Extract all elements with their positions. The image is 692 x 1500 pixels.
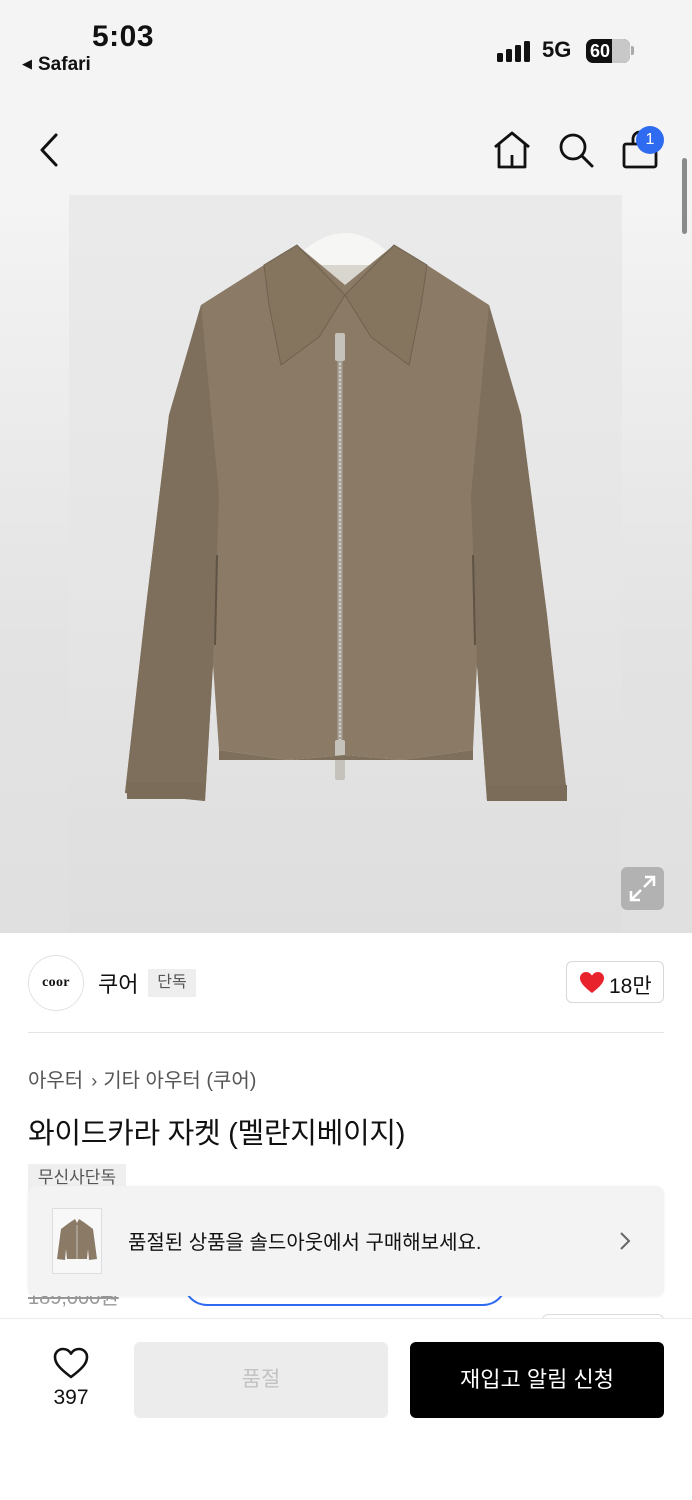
brand-name[interactable]: 쿠어 bbox=[98, 967, 138, 999]
toast-product-thumbnail bbox=[52, 1208, 102, 1274]
restock-alert-button[interactable]: 재입고 알림 신청 bbox=[410, 1342, 664, 1418]
brand-like-count: 18만 bbox=[609, 975, 652, 998]
search-icon[interactable] bbox=[556, 130, 596, 170]
brand-logo[interactable]: coor bbox=[28, 955, 84, 1011]
product-page: 5:03 ◀ Safari 5G 60 1 coor 쿠어 단독 18만 아우터… bbox=[0, 0, 692, 1500]
cart-count-badge: 1 bbox=[636, 126, 664, 154]
brand-exclusive-badge: 단독 bbox=[148, 969, 196, 997]
soldout-button: 품절 bbox=[134, 1342, 388, 1418]
jacket-thumbnail-icon bbox=[57, 1219, 97, 1260]
wishlist-count: 397 bbox=[53, 1386, 89, 1409]
brand-like-button[interactable]: 18만 bbox=[566, 961, 664, 1003]
soldout-toast[interactable]: 품절된 상품을 솔드아웃에서 구매해보세요. bbox=[28, 1186, 664, 1296]
product-image-area[interactable] bbox=[0, 195, 692, 933]
network-type: 5G bbox=[542, 37, 572, 62]
product-title: 와이드카라 자켓 (멜란지베이지) bbox=[28, 1118, 406, 1150]
top-nav bbox=[0, 90, 692, 195]
cellular-signal-icon bbox=[497, 40, 533, 62]
home-icon[interactable] bbox=[492, 130, 532, 170]
breadcrumb: 아우터 › 기타 아우터 (쿠어) bbox=[28, 1064, 256, 1093]
divider bbox=[28, 1032, 664, 1033]
chevron-right-icon bbox=[620, 1232, 631, 1250]
breadcrumb-subcategory[interactable]: 기타 아우터 (쿠어) bbox=[103, 1070, 256, 1092]
battery-icon: 60 bbox=[586, 39, 630, 63]
back-arrow-icon[interactable] bbox=[36, 132, 62, 168]
breadcrumb-category[interactable]: 아우터 bbox=[28, 1070, 83, 1092]
back-triangle-icon: ◀ bbox=[22, 56, 32, 71]
back-to-app-link[interactable]: ◀ Safari bbox=[22, 54, 91, 76]
battery-level: 60 bbox=[590, 41, 611, 61]
product-image[interactable] bbox=[69, 195, 622, 933]
expand-image-button[interactable] bbox=[621, 867, 664, 910]
jacket-illustration bbox=[125, 233, 567, 801]
heart-filled-icon bbox=[580, 972, 604, 993]
wishlist-heart-icon[interactable] bbox=[52, 1346, 90, 1380]
expand-icon bbox=[629, 875, 656, 902]
toast-message: 품절된 상품을 솔드아웃에서 구매해보세요. bbox=[128, 1232, 482, 1254]
scrollbar[interactable] bbox=[682, 158, 687, 234]
status-bar: 5:03 ◀ Safari 5G 60 bbox=[0, 0, 692, 90]
back-app-label: Safari bbox=[38, 54, 91, 75]
battery-cap bbox=[631, 46, 634, 55]
chevron-right-icon: › bbox=[91, 1071, 98, 1091]
status-time: 5:03 bbox=[92, 20, 155, 53]
